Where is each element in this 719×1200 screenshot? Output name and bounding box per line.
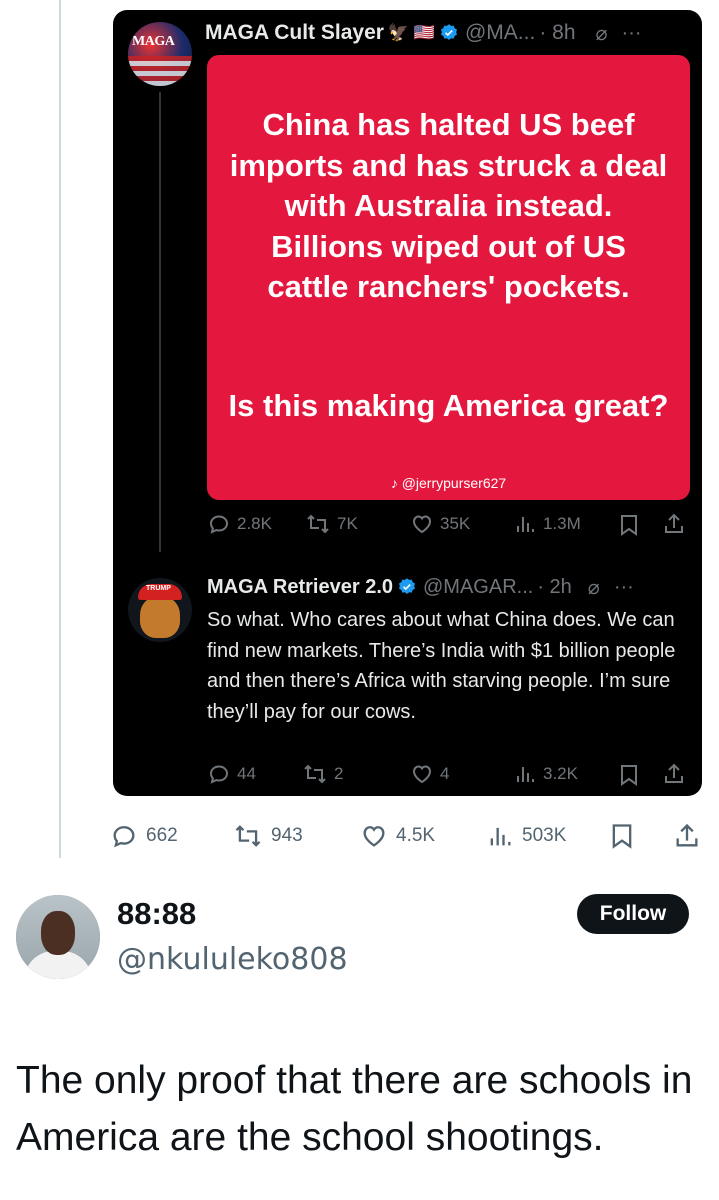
share-icon[interactable]: [673, 822, 701, 850]
grok-icon[interactable]: ⌀: [588, 575, 600, 600]
tiktok-icon: ♪: [390, 475, 398, 491]
outer-views-button[interactable]: 503K: [486, 822, 566, 850]
hat-text: TRUMP: [146, 585, 171, 592]
repost-icon: [235, 825, 261, 847]
profile-display-name[interactable]: 88:88: [117, 896, 196, 932]
reply-reply-button[interactable]: 44: [207, 762, 256, 786]
bookmark-icon[interactable]: [609, 822, 635, 850]
views-icon: [517, 517, 534, 532]
heart-icon: [412, 515, 432, 534]
post-image[interactable]: China has halted US beef imports and has…: [207, 55, 690, 500]
author-emoji: 🦅 🇺🇸: [387, 23, 435, 42]
views-icon: [517, 767, 534, 782]
views-icon: [490, 827, 511, 846]
reply-like-button[interactable]: 4: [410, 762, 449, 786]
inner-thread-line: [159, 92, 161, 552]
avatar-face: [41, 911, 75, 955]
image-question: Is this making America great?: [228, 388, 669, 423]
reply-icon: [113, 826, 135, 848]
thread-line: [59, 0, 61, 858]
share-icon[interactable]: [662, 762, 686, 786]
reply-icon: [209, 765, 229, 784]
grok-icon[interactable]: ⌀: [596, 21, 608, 46]
tiktok-watermark: ♪ @jerrypurser627: [390, 475, 507, 491]
author-name[interactable]: MAGA Cult Slayer: [205, 21, 384, 45]
repost-icon: [304, 764, 326, 784]
heart-icon: [363, 826, 385, 847]
reply-body-text: So what. Who cares about what China does…: [207, 609, 676, 723]
quoted-views-button[interactable]: 1.3M: [513, 512, 581, 536]
post-time: · 8h: [539, 21, 576, 44]
reply-author-name[interactable]: MAGA Retriever 2.0: [207, 576, 393, 599]
bookmark-icon[interactable]: [618, 763, 640, 787]
reply-icon: [209, 515, 229, 534]
tweet-text: The only proof that there are schools in…: [16, 1059, 693, 1159]
quoted-reply-button[interactable]: 2.8K: [207, 512, 272, 536]
profile-avatar[interactable]: [16, 895, 100, 979]
outer-reply-button[interactable]: 662: [110, 822, 178, 850]
verified-badge-icon: [440, 24, 457, 40]
verified-badge-icon: [399, 578, 415, 594]
reply-views-button[interactable]: 3.2K: [513, 762, 578, 786]
avatar-text: MAGA: [132, 34, 175, 49]
dog-face: [140, 596, 180, 638]
reply-post-header: MAGA Retriever 2.0 @MAGAR... · 2h ⌀ ···: [207, 572, 634, 602]
more-options-icon[interactable]: ···: [614, 576, 634, 599]
reply-author-handle[interactable]: @MAGAR...: [423, 576, 533, 599]
flag-stripes: [128, 56, 192, 86]
more-options-icon[interactable]: ···: [622, 22, 642, 45]
author-handle[interactable]: @MA...: [465, 21, 535, 45]
reply-post-time: · 2h: [537, 575, 572, 598]
quoted-post-header: MAGA Cult Slayer 🦅 🇺🇸 @MA... · 8h ⌀ ···: [205, 18, 642, 48]
repost-icon: [307, 514, 329, 534]
share-icon[interactable]: [662, 512, 686, 536]
reply-repost-button[interactable]: 2: [302, 762, 343, 786]
quoted-repost-button[interactable]: 7K: [305, 512, 358, 536]
follow-button[interactable]: Follow: [577, 894, 689, 934]
outer-repost-button[interactable]: 943: [233, 822, 303, 850]
maga-cult-slayer-avatar[interactable]: MAGA: [128, 22, 192, 86]
quoted-like-button[interactable]: 35K: [410, 512, 470, 536]
profile-handle[interactable]: @nkululeko808: [117, 942, 348, 977]
bookmark-icon[interactable]: [618, 513, 640, 537]
image-headline: China has halted US beef imports and has…: [229, 107, 668, 304]
heart-icon: [412, 765, 432, 784]
maga-retriever-avatar[interactable]: TRUMP: [128, 578, 192, 642]
outer-like-button[interactable]: 4.5K: [360, 822, 435, 850]
